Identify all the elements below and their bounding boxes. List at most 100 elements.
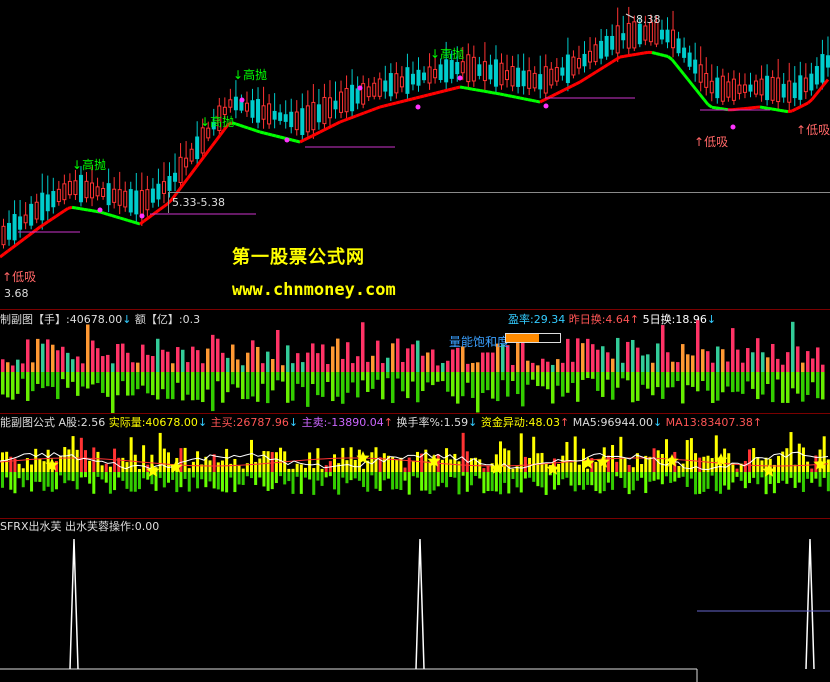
volume-bar-negative <box>166 372 170 399</box>
energy-bar <box>540 452 544 472</box>
energy-bar-negative <box>644 472 648 494</box>
moving-average-segment <box>487 90 493 95</box>
volume-bar <box>321 344 325 372</box>
moving-average-segment <box>186 171 194 179</box>
energy-bar <box>71 436 75 472</box>
energy-bar-negative <box>212 472 216 489</box>
volume-bar <box>566 338 570 372</box>
energy-bar <box>395 459 399 472</box>
energy-bar-negative <box>640 472 644 478</box>
energy-bar-negative <box>220 472 224 492</box>
volume-bar <box>11 365 15 372</box>
energy-bar <box>565 441 569 472</box>
volume-bar <box>661 325 665 372</box>
volume-bar-negative <box>401 372 405 392</box>
moving-average-segment <box>75 206 81 211</box>
moving-average-segment <box>295 139 301 144</box>
signal-panel[interactable]: SFRX出水芙 出水芙蓉操作:0.00 <box>0 519 830 682</box>
candle-body <box>731 78 736 101</box>
moving-average-segment <box>315 130 321 136</box>
moving-average-segment <box>783 109 789 114</box>
energy-bar-negative <box>386 472 390 479</box>
volume-bar-negative <box>726 372 730 387</box>
energy-bar-negative <box>511 472 515 479</box>
energy-bar <box>84 450 87 472</box>
volume-bar-negative <box>186 372 190 395</box>
moving-average-segment <box>759 105 765 110</box>
moving-average-segment <box>451 86 457 91</box>
energy-bar <box>158 432 162 472</box>
volume-bar <box>156 338 160 372</box>
energy-bar <box>503 448 507 472</box>
volume-panel[interactable]: 制副图【手】:40678.00↓ 额【亿】:0.3 盈率:29.34 昨日换:4… <box>0 310 830 413</box>
moving-average-segment <box>507 94 513 98</box>
energy-bar <box>627 464 631 472</box>
moving-average-segment <box>690 83 698 91</box>
volume-bar-negative <box>241 372 245 400</box>
main-chart-panel[interactable]: 5.33-5.38 8.38 3.68 ↓高抛 ↓高抛 ↓高抛 ↓高抛 ↑低吸 … <box>0 0 830 308</box>
moving-average-segment <box>475 88 481 92</box>
volume-bar <box>471 362 475 372</box>
moving-average-segment <box>775 108 781 112</box>
volume-bar <box>36 338 40 372</box>
candle-body <box>139 190 144 218</box>
moving-average-segment <box>127 218 133 224</box>
moving-average-segment <box>182 177 190 185</box>
volume-bar-negative <box>566 372 570 393</box>
volume-bar-negative <box>671 372 675 388</box>
volume-bar-negative <box>456 372 460 404</box>
energy-bar <box>407 457 411 472</box>
energy-bar <box>457 461 461 472</box>
candle-body <box>493 59 498 87</box>
energy-bar <box>241 468 245 472</box>
volume-bar-chart[interactable] <box>0 310 830 413</box>
energy-bar-negative <box>656 472 660 480</box>
energy-bar <box>777 455 781 472</box>
volume-bar <box>216 338 220 372</box>
price-range-label: 5.33-5.38 <box>172 196 225 209</box>
energy-bar-negative <box>403 472 407 481</box>
energy-panel[interactable]: 能副图公式 A股:2.56 实际量:40678.00↓ 主买:26787.96↓… <box>0 414 830 518</box>
energy-bar-negative <box>652 472 656 481</box>
energy-bar <box>594 461 598 472</box>
energy-bar <box>710 458 714 472</box>
volume-bar-negative <box>631 372 635 403</box>
moving-average-segment <box>395 100 401 105</box>
volume-bar <box>101 356 105 372</box>
volume-bar-negative <box>641 372 645 385</box>
candle-body <box>704 72 709 88</box>
energy-bar-negative <box>370 472 374 476</box>
volume-bar-negative <box>586 372 590 379</box>
candle-body <box>12 214 17 241</box>
moving-average-segment <box>111 214 117 219</box>
volume-bar <box>261 363 265 372</box>
moving-average-segment <box>371 107 377 112</box>
moving-average-segment <box>91 209 97 213</box>
energy-bar <box>291 468 295 472</box>
volume-bar <box>56 350 60 372</box>
volume-bar <box>456 347 460 372</box>
energy-bar <box>743 460 747 472</box>
energy-bar <box>308 452 312 472</box>
candle-body <box>466 54 471 83</box>
energy-bar <box>100 465 104 472</box>
energy-bar-negative <box>627 472 631 495</box>
volume-bar <box>356 356 360 372</box>
volume-bar <box>191 346 195 372</box>
volume-bar-negative <box>361 372 365 381</box>
volume-bar <box>576 338 580 372</box>
volume-bar-negative <box>266 372 270 404</box>
signal-line-chart[interactable] <box>0 519 830 682</box>
main-price-chart[interactable] <box>0 0 830 308</box>
volume-bar <box>756 338 760 372</box>
energy-bar-negative <box>158 472 162 478</box>
energy-bar <box>689 438 693 472</box>
moving-average-segment <box>531 98 537 103</box>
candle-body <box>510 66 515 87</box>
energy-bar-chart[interactable] <box>0 414 830 518</box>
energy-bar <box>482 468 486 472</box>
volume-bar <box>366 361 370 372</box>
saturation-gauge-fill <box>506 334 540 342</box>
candle-body <box>261 105 266 120</box>
energy-bar-negative <box>100 472 104 480</box>
